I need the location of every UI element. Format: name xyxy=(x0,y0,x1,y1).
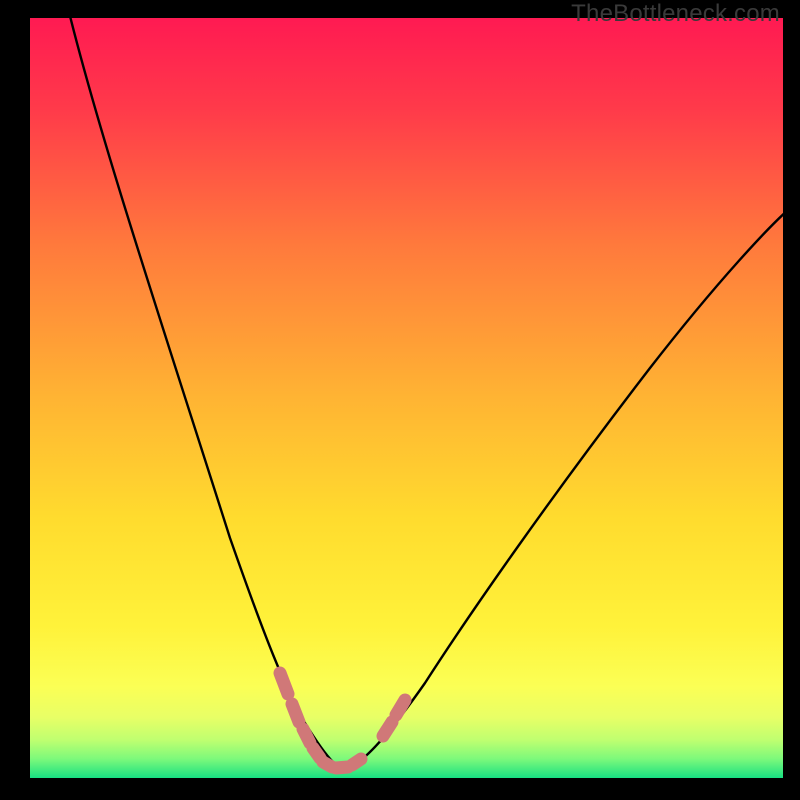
plot-area xyxy=(30,18,783,778)
optimal-zone-highlight xyxy=(280,673,405,768)
bottleneck-curve xyxy=(68,18,783,767)
watermark-text: TheBottleneck.com xyxy=(571,0,780,28)
chart-frame: TheBottleneck.com xyxy=(0,0,800,800)
curve-layer xyxy=(30,18,783,778)
